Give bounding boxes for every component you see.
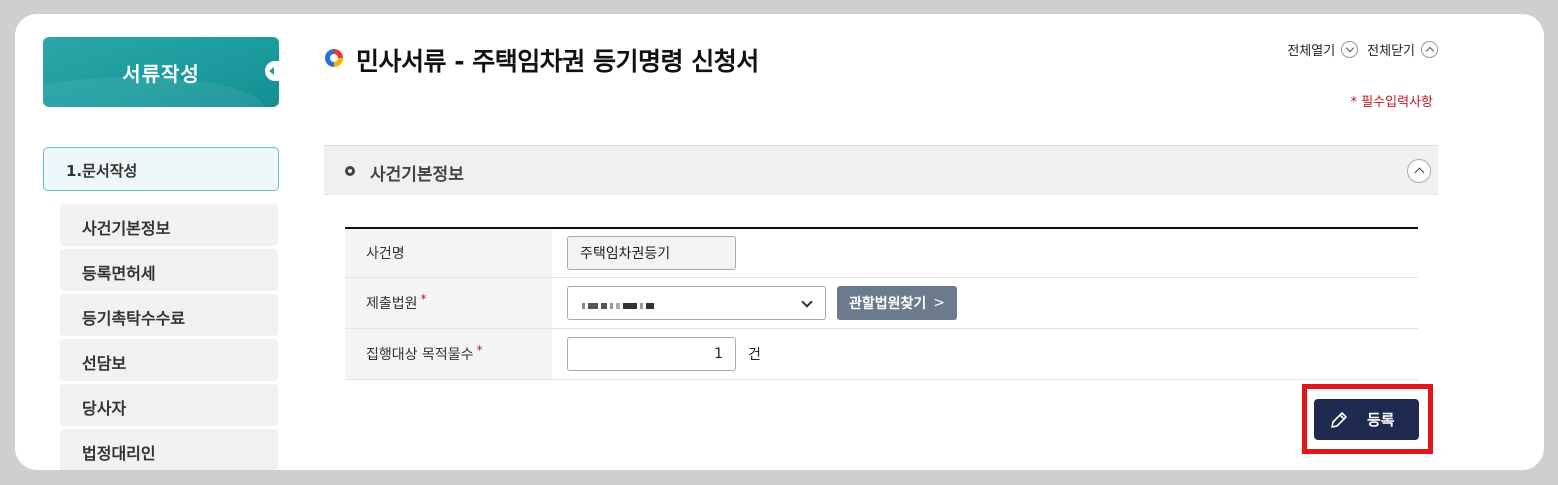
pencil-icon [1328,409,1350,431]
sidebar-item-parties[interactable]: 당사자 [60,384,278,426]
main-panel: 서류작성 1.문서작성 사건기본정보 등록면허세 등기촉탁수수료 선담보 당사자… [15,14,1544,470]
redacted-court-value [582,294,657,313]
section-collapse-icon[interactable] [1407,159,1431,183]
section-title: 사건기본정보 [370,165,464,185]
form-row-case-name: 사건명 주택임차권등기 [345,229,1418,278]
court-cell: 관할법원찾기 > [552,278,1418,328]
sidebar-item-case-info[interactable]: 사건기본정보 [60,204,278,246]
required-mark: * [420,292,427,306]
case-info-form: 사건명 주택임차권등기 제출법원 * 관할법원찾기 > 집행대상 목적물수 * … [345,227,1418,380]
form-row-court: 제출법원 * 관할법원찾기 > [345,278,1418,329]
register-button[interactable]: 등록 [1314,399,1419,440]
section-header: 사건기본정보 [324,145,1438,195]
register-label: 등록 [1367,411,1395,429]
expand-all-label: 전체열기 [1287,44,1336,59]
collapse-all-button[interactable]: 전체닫기 [1367,40,1438,59]
case-name-input[interactable]: 주택임차권등기 [567,236,736,270]
court-label: 제출법원 * [345,278,552,328]
chevron-right-icon: > [933,295,946,311]
sidebar-item-prior-security[interactable]: 선담보 [60,339,278,381]
targets-cell: 1 건 [552,329,1418,379]
sidebar-item-registration-fee[interactable]: 등기촉탁수수료 [60,294,278,336]
sidebar-header-title: 서류작성 [122,62,200,86]
required-mark: * [476,343,483,357]
sidebar-menu: 사건기본정보 등록면허세 등기촉탁수수료 선담보 당사자 법정대리인 [60,204,278,470]
required-note: * 필수입력사항 [1350,95,1433,110]
case-name-label: 사건명 [345,229,552,277]
section-bullet-icon [345,166,355,176]
targets-label: 집행대상 목적물수 * [345,329,552,379]
expand-all-button[interactable]: 전체열기 [1287,40,1359,59]
find-court-label: 관할법원찾기 [849,296,927,312]
find-court-button[interactable]: 관할법원찾기 > [837,286,958,320]
form-row-targets: 집행대상 목적물수 * 1 건 [345,329,1418,380]
chevron-down-icon [801,296,813,308]
case-name-label-text: 사건명 [366,246,405,262]
targets-label-text: 집행대상 목적물수 [366,347,474,363]
toggle-links: 전체열기 전체닫기 [1278,40,1438,59]
targets-unit: 건 [748,347,761,363]
court-select[interactable] [567,286,826,320]
sidebar-item-legal-representative[interactable]: 법정대리인 [60,429,278,470]
sidebar-item-registration-tax[interactable]: 등록면허세 [60,249,278,291]
collapse-all-label: 전체닫기 [1367,44,1415,59]
targets-count-input[interactable]: 1 [567,337,736,371]
sidebar-header: 서류작성 [43,37,279,107]
case-name-cell: 주택임차권등기 [552,229,1418,277]
title-logo-icon [325,49,343,67]
court-label-text: 제출법원 [366,296,418,312]
step-document-writing[interactable]: 1.문서작성 [43,147,279,191]
chevron-down-icon [1341,41,1359,58]
chevron-up-icon [1421,41,1438,58]
page-title: 민사서류 - 주택임차권 등기명령 신청서 [356,47,759,76]
sidebar-toggle-icon[interactable] [265,61,279,81]
